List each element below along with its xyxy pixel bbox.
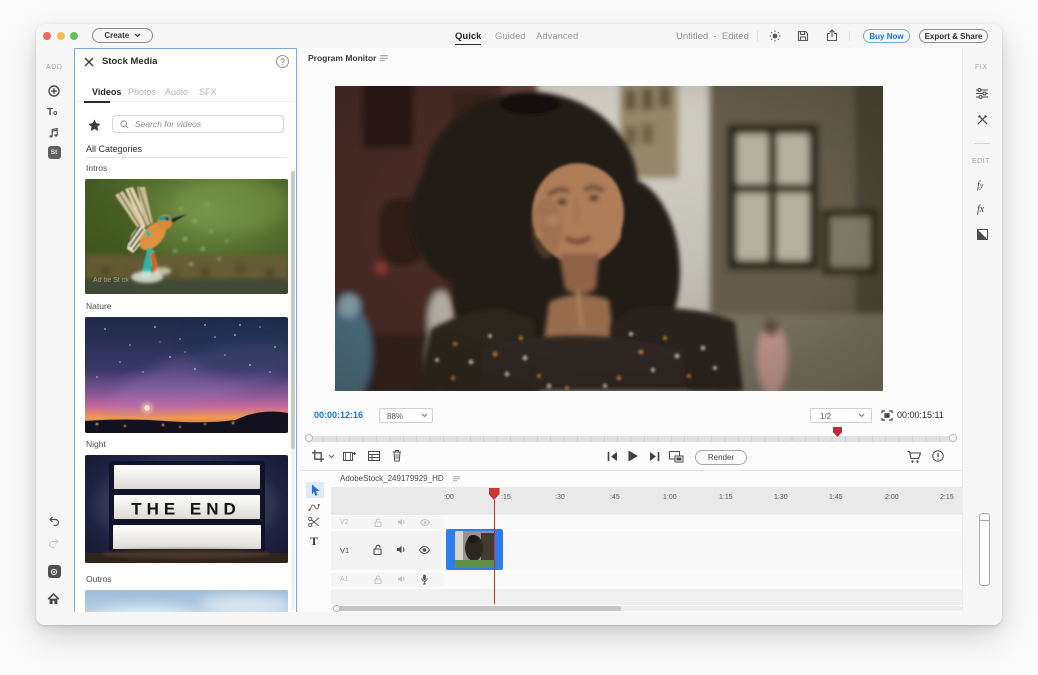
svg-text:THE END: THE END [131, 500, 241, 519]
svg-text:Ad be St ck: Ad be St ck [93, 277, 129, 284]
